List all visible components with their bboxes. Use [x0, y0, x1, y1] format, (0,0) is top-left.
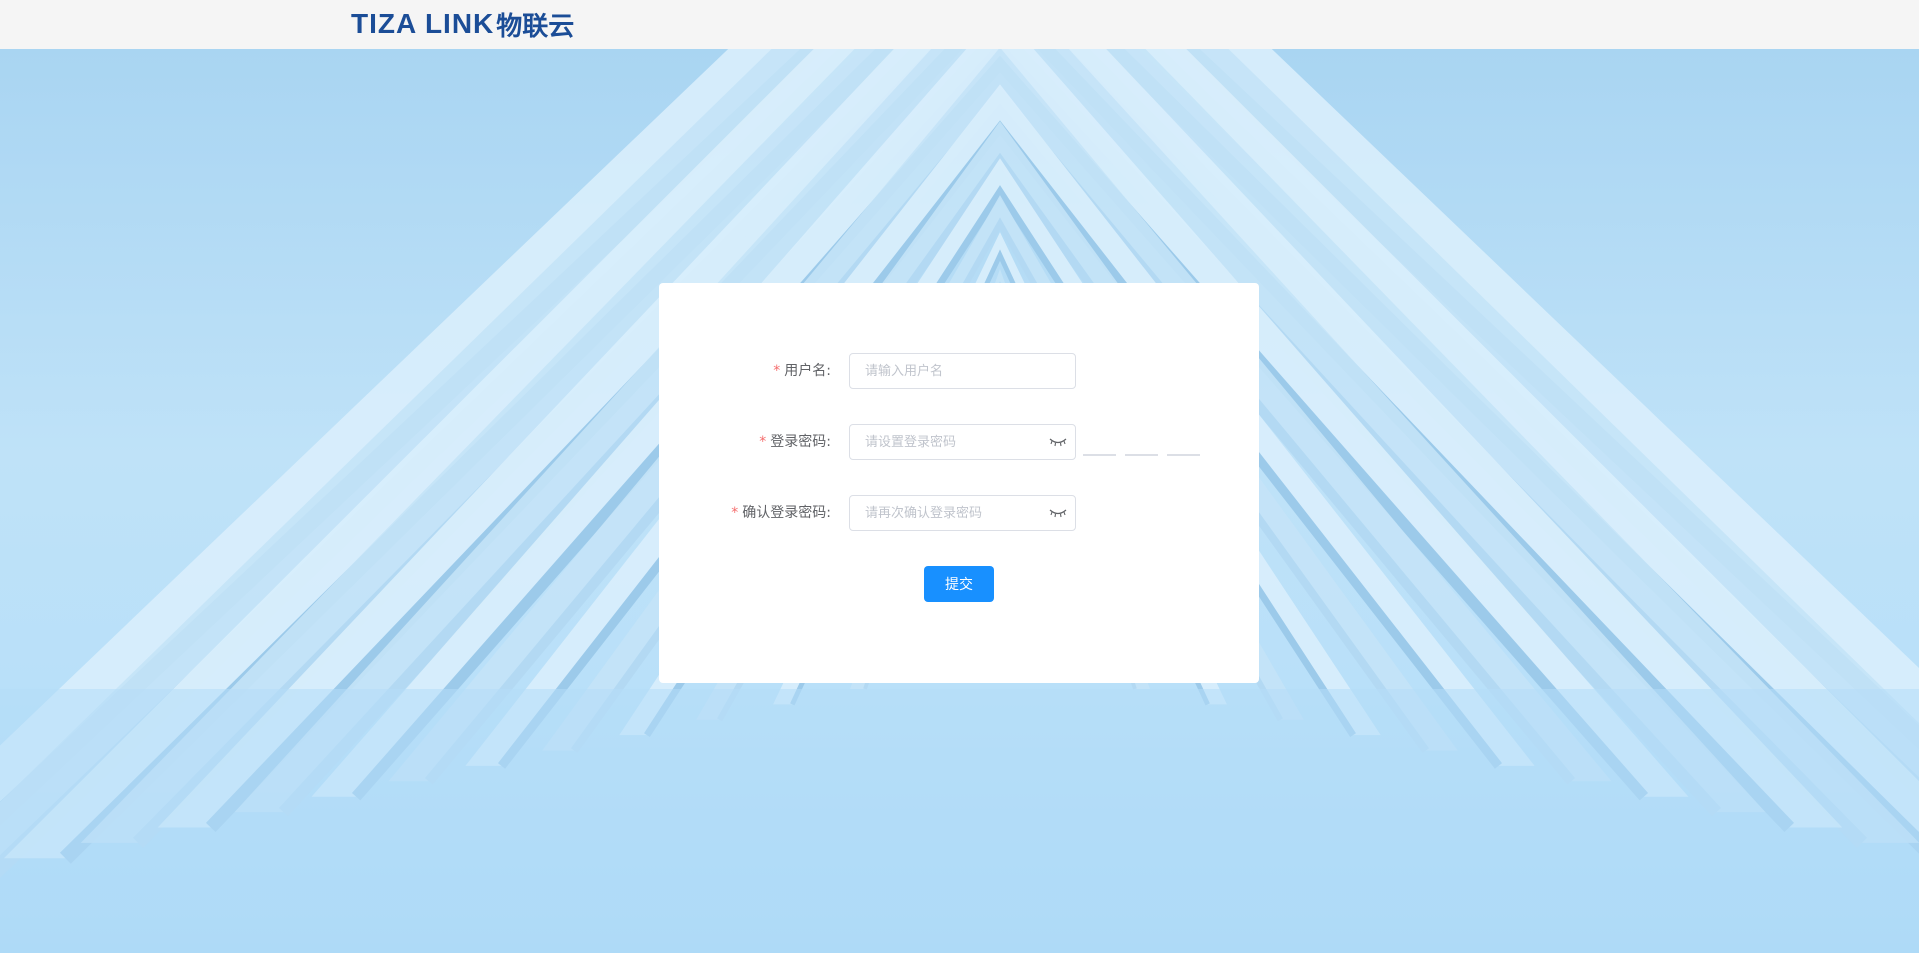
required-mark: * — [731, 505, 739, 521]
register-card: *用户名: *登录密码: *确认登录密码: — [659, 283, 1259, 683]
confirm-password-input-wrapper — [849, 495, 1076, 531]
eye-closed-icon[interactable] — [1049, 507, 1067, 519]
password-input-wrapper — [849, 424, 1076, 460]
confirm-password-input[interactable] — [850, 496, 1050, 530]
confirm-password-row: * 确认登录密码: — [659, 495, 1259, 531]
password-row: * 登录密码: — [659, 424, 1259, 460]
eye-closed-icon[interactable] — [1049, 436, 1067, 448]
logo-cn-text: 物联云 — [496, 11, 575, 42]
username-input[interactable] — [850, 354, 1050, 388]
username-label: * 用户名: — [773, 363, 831, 379]
password-strength-meter — [1083, 454, 1200, 456]
username-row: * 用户名: — [659, 353, 1259, 389]
username-input-wrapper — [849, 353, 1076, 389]
top-bar: TIZA LINK 物联云 — [0, 0, 1919, 49]
submit-button[interactable]: 提交 — [924, 566, 994, 602]
strength-bar — [1125, 454, 1158, 456]
password-label: * 登录密码: — [759, 434, 831, 450]
required-mark: * — [773, 363, 781, 379]
brand-logo: TIZA LINK 物联云 — [351, 8, 574, 42]
strength-bar — [1083, 454, 1116, 456]
password-input[interactable] — [850, 425, 1050, 459]
required-mark: * — [759, 434, 767, 450]
strength-bar — [1167, 454, 1200, 456]
logo-text: TIZA LINK — [351, 8, 495, 39]
confirm-password-label: * 确认登录密码: — [731, 505, 831, 521]
